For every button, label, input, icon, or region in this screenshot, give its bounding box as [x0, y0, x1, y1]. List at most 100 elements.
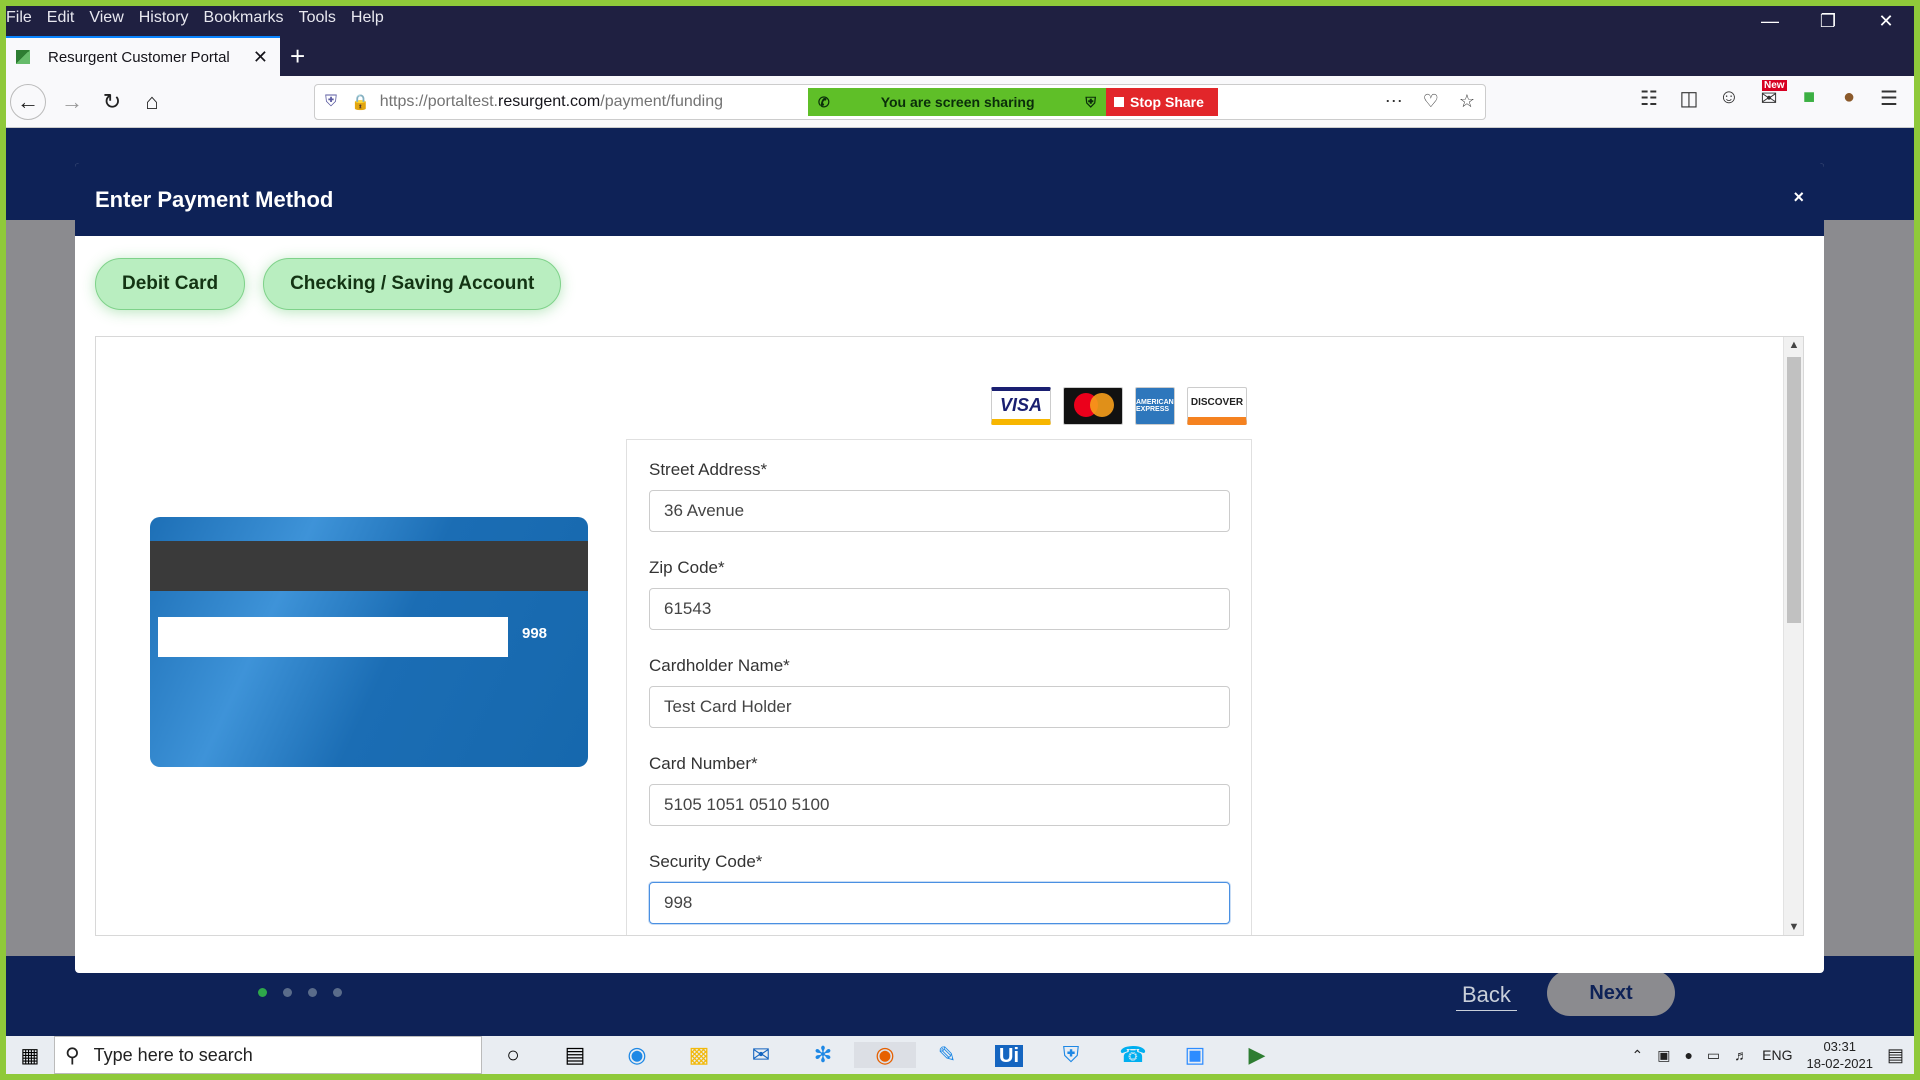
- zip-code-label: Zip Code*: [649, 558, 725, 577]
- home-icon[interactable]: ⌂: [136, 86, 168, 118]
- search-placeholder: Type here to search: [93, 1044, 253, 1065]
- system-tray: ⌃ ▣ ● ▭ ♬ ENG 03:31 18-02-2021 ▤: [1631, 1036, 1904, 1074]
- phone-icon: ✆: [818, 93, 830, 110]
- battery-icon[interactable]: ▭: [1707, 1047, 1720, 1064]
- hamburger-menu-icon[interactable]: ☰: [1878, 86, 1900, 111]
- more-actions-icon[interactable]: ⋯: [1385, 91, 1403, 112]
- new-tab-button[interactable]: +: [290, 43, 305, 69]
- site-favicon-icon: [16, 50, 30, 64]
- menu-bookmarks[interactable]: Bookmarks: [204, 6, 292, 30]
- step-dot[interactable]: [283, 988, 292, 997]
- mastercard-logo: [1063, 387, 1123, 425]
- new-badge: New: [1762, 80, 1787, 91]
- card-number-field[interactable]: [649, 784, 1230, 826]
- zoom-icon[interactable]: ▣: [1164, 1042, 1226, 1068]
- step-dot[interactable]: [333, 988, 342, 997]
- security-code-label: Security Code*: [649, 852, 763, 871]
- next-button[interactable]: Next: [1547, 970, 1675, 1016]
- windows-start-icon[interactable]: ▦: [6, 1043, 54, 1068]
- pocket-icon[interactable]: ♡: [1423, 91, 1439, 112]
- forward-arrow-icon[interactable]: →: [56, 86, 88, 118]
- url-text[interactable]: https://portaltest.resurgent.com/payment…: [380, 93, 723, 111]
- accepted-card-logos: VISA AMERICAN EXPRESS DISCOVER: [991, 387, 1247, 425]
- clock[interactable]: 03:31 18-02-2021: [1806, 1038, 1873, 1072]
- menu-tools[interactable]: Tools: [299, 6, 344, 30]
- taskbar-search-box[interactable]: ⚲ Type here to search: [54, 1036, 482, 1074]
- mail-icon[interactable]: ✉: [730, 1042, 792, 1068]
- tray-chevron-icon[interactable]: ⌃: [1631, 1047, 1643, 1064]
- uipath-icon[interactable]: Ui: [978, 1042, 1040, 1068]
- clock-date: 18-02-2021: [1806, 1056, 1873, 1071]
- bookmark-star-icon[interactable]: ☆: [1459, 91, 1475, 112]
- tab-debit-card[interactable]: Debit Card: [95, 258, 246, 310]
- edge-icon[interactable]: ◉: [606, 1042, 668, 1068]
- desktop-screen: File Edit View History Bookmarks Tools H…: [6, 6, 1914, 1074]
- minimize-button[interactable]: —: [1742, 6, 1798, 36]
- screen-share-bar: ✆ You are screen sharing ⛨ Stop Share: [808, 88, 1218, 116]
- writer-icon[interactable]: ✎: [916, 1042, 978, 1068]
- zip-code-field[interactable]: [649, 588, 1230, 630]
- payment-type-tabs: Debit Card Checking / Saving Account: [95, 258, 562, 310]
- account-icon[interactable]: ☺: [1718, 86, 1740, 111]
- menu-help[interactable]: Help: [351, 6, 392, 30]
- extension-green-icon[interactable]: ■: [1798, 86, 1820, 111]
- notifications-icon[interactable]: ▤: [1887, 1045, 1904, 1066]
- discover-logo: DISCOVER: [1187, 387, 1247, 425]
- task-view-icon[interactable]: ▤: [544, 1042, 606, 1068]
- panel-scrollbar[interactable]: ▲ ▼: [1783, 337, 1803, 935]
- file-explorer-icon[interactable]: ▩: [668, 1042, 730, 1068]
- amex-logo: AMERICAN EXPRESS: [1135, 387, 1175, 425]
- street-address-field[interactable]: [649, 490, 1230, 532]
- tracking-shield-icon[interactable]: ⛨: [325, 93, 337, 111]
- cookie-icon[interactable]: ●: [1838, 86, 1860, 111]
- step-dot[interactable]: [308, 988, 317, 997]
- browser-blue-icon[interactable]: ✻: [792, 1042, 854, 1068]
- stop-share-button[interactable]: Stop Share: [1106, 88, 1218, 116]
- stop-share-label: Stop Share: [1130, 94, 1204, 110]
- visa-logo: VISA: [991, 387, 1051, 425]
- billing-form: Street Address* Zip Code* Cardholder Nam…: [626, 439, 1252, 935]
- scroll-up-icon[interactable]: ▲: [1787, 339, 1801, 351]
- lock-icon[interactable]: 🔒: [351, 93, 370, 111]
- cardholder-name-field[interactable]: [649, 686, 1230, 728]
- tab-checking-saving-account[interactable]: Checking / Saving Account: [263, 258, 562, 310]
- volume-icon[interactable]: ♬: [1734, 1047, 1748, 1063]
- cortana-icon[interactable]: ○: [482, 1042, 544, 1068]
- extension-news-icon[interactable]: ✉ New: [1758, 80, 1787, 111]
- meet-now-icon[interactable]: ▣: [1657, 1047, 1670, 1064]
- magnetic-stripe: [150, 541, 588, 591]
- restore-button[interactable]: ❐: [1800, 6, 1856, 36]
- microphone-icon[interactable]: ●: [1684, 1047, 1692, 1063]
- firefox-icon[interactable]: ◉: [854, 1042, 916, 1068]
- scroll-down-icon[interactable]: ▼: [1787, 921, 1801, 933]
- clock-time: 03:31: [1823, 1039, 1856, 1054]
- payment-method-modal: Enter Payment Method × Debit Card Checki…: [75, 163, 1824, 973]
- sidebar-icon[interactable]: ◫: [1678, 86, 1700, 111]
- media-player-icon[interactable]: ▶: [1226, 1042, 1288, 1068]
- browser-tab[interactable]: Resurgent Customer Portal ✕: [6, 36, 280, 76]
- step-indicator: [258, 988, 342, 997]
- close-window-button[interactable]: ✕: [1858, 6, 1914, 36]
- back-arrow-icon[interactable]: ←: [10, 84, 46, 120]
- toolbar-icons: ☷ ◫ ☺ ✉ New ■ ● ☰: [1638, 80, 1914, 111]
- modal-title: Enter Payment Method: [95, 186, 334, 212]
- reload-icon[interactable]: ↻: [96, 86, 128, 118]
- security-code-field[interactable]: [649, 882, 1230, 924]
- security-app-icon[interactable]: ⛨: [1040, 1042, 1102, 1068]
- menu-view[interactable]: View: [89, 6, 131, 30]
- menu-history[interactable]: History: [139, 6, 197, 30]
- library-icon[interactable]: ☷: [1638, 86, 1660, 111]
- skype-icon[interactable]: ☎: [1102, 1042, 1164, 1068]
- language-indicator[interactable]: ENG: [1762, 1047, 1792, 1063]
- scrollbar-thumb[interactable]: [1787, 357, 1801, 623]
- step-dot[interactable]: [258, 988, 267, 997]
- back-link[interactable]: Back: [1456, 982, 1517, 1011]
- menu-edit[interactable]: Edit: [47, 6, 83, 30]
- card-cvv-preview: 998: [522, 625, 548, 642]
- screen-sharing-message: You are screen sharing: [880, 94, 1035, 110]
- payment-form-panel: 998 VISA AMERICAN EXPRESS DISCOVER Stree…: [95, 336, 1804, 936]
- menu-file[interactable]: File: [6, 6, 40, 30]
- close-tab-icon[interactable]: ✕: [253, 47, 268, 68]
- close-modal-icon[interactable]: ×: [1793, 187, 1804, 208]
- cardholder-name-label: Cardholder Name*: [649, 656, 790, 675]
